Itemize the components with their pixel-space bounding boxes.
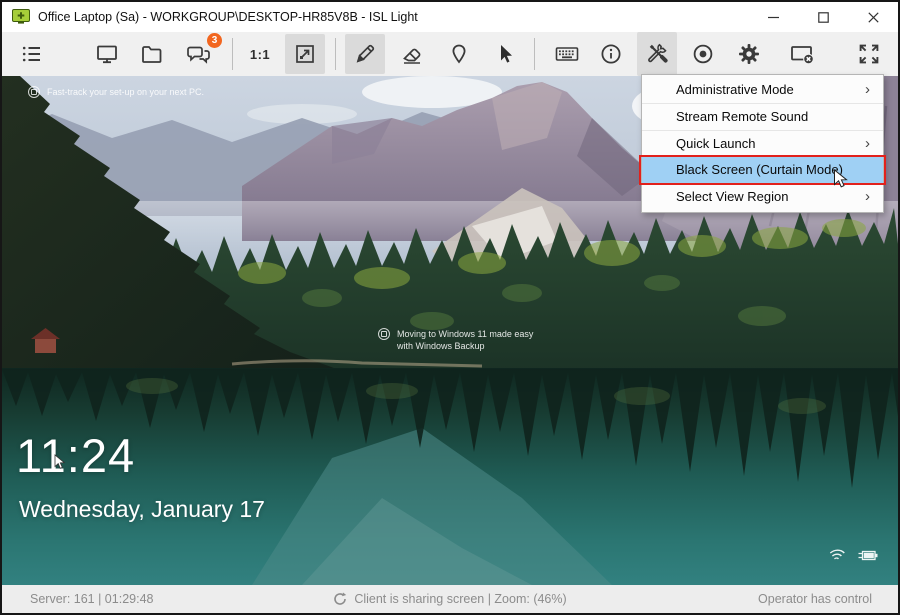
expand-icon: [857, 42, 881, 66]
fullscreen-button[interactable]: [851, 36, 887, 72]
chat-badge: 3: [206, 32, 223, 49]
menu-item-label: Stream Remote Sound: [676, 109, 808, 124]
isl-light-app-icon: [12, 9, 30, 25]
one-to-one-icon: 1:1: [250, 47, 270, 62]
toolbar-separator: [534, 38, 535, 70]
close-button[interactable]: [848, 2, 898, 32]
submenu-arrow-icon: ›: [865, 131, 870, 157]
cursor-icon: [493, 42, 517, 66]
refresh-icon: [333, 592, 347, 606]
menu-item-administrative-mode[interactable]: Administrative Mode ›: [642, 77, 883, 103]
keyboard-button[interactable]: [549, 36, 585, 72]
status-bar: Server: 161 | 01:29:48 Client is sharing…: [2, 585, 898, 613]
pointer-marker-button[interactable]: [441, 36, 477, 72]
lockscreen-time: 11:24: [16, 428, 135, 483]
wifi-icon: [827, 548, 847, 562]
lockscreen-tray: [828, 548, 878, 562]
menu-item-stream-remote-sound[interactable]: Stream Remote Sound: [642, 104, 883, 130]
toolbar-separator: [232, 38, 233, 70]
lockscreen-toast-top: Fast-track your set-up on your next PC.: [28, 86, 204, 98]
tools-icon: [645, 42, 669, 66]
fit-screen-button[interactable]: [285, 34, 325, 74]
tools-dropdown-menu: Administrative Mode › Stream Remote Soun…: [641, 74, 884, 213]
toolbar: 3 1:1: [2, 32, 898, 76]
toast-badge-icon: [378, 328, 390, 340]
chat-button[interactable]: 3: [181, 36, 217, 72]
lockscreen-date: Wednesday, January 17: [19, 496, 265, 523]
mouse-cursor: [833, 169, 848, 189]
minimize-icon: [768, 12, 779, 23]
fit-screen-icon: [293, 42, 317, 66]
info-icon: [599, 42, 623, 66]
eraser-button[interactable]: [394, 36, 430, 72]
gear-icon: [737, 42, 761, 66]
status-control-text: Operator has control: [758, 592, 872, 606]
monitor-icon: [95, 42, 119, 66]
title-bar: Office Laptop (Sa) - WORKGROUP\DESKTOP-H…: [2, 2, 898, 32]
info-button[interactable]: [593, 36, 629, 72]
record-icon: [691, 42, 715, 66]
submenu-arrow-icon: ›: [865, 77, 870, 103]
menu-item-label: Select View Region: [676, 189, 789, 204]
menu-item-label: Quick Launch: [676, 136, 756, 151]
lockscreen-toast-middle: Moving to Windows 11 made easy with Wind…: [378, 328, 533, 352]
submenu-arrow-icon: ›: [865, 184, 870, 210]
menu-item-label: Black Screen (Curtain Mode): [676, 162, 843, 177]
eraser-icon: [400, 42, 424, 66]
record-button[interactable]: [685, 36, 721, 72]
isl-light-window: Office Laptop (Sa) - WORKGROUP\DESKTOP-H…: [0, 0, 900, 615]
maximize-button[interactable]: [798, 2, 848, 32]
minimize-button[interactable]: [748, 2, 798, 32]
draw-button[interactable]: [345, 34, 385, 74]
close-icon: [868, 12, 879, 23]
toolbar-separator: [335, 38, 336, 70]
file-transfer-button[interactable]: [134, 36, 170, 72]
monitors-button[interactable]: [89, 36, 125, 72]
menu-item-quick-launch[interactable]: Quick Launch ›: [642, 131, 883, 157]
list-icon: [20, 42, 44, 66]
toast-badge-icon: [28, 86, 40, 98]
maximize-icon: [818, 12, 829, 23]
monitor-x-icon: [789, 42, 815, 66]
window-title: Office Laptop (Sa) - WORKGROUP\DESKTOP-H…: [38, 10, 418, 24]
folder-icon: [140, 42, 164, 66]
status-sharing-text: Client is sharing screen | Zoom: (46%): [354, 592, 566, 606]
pin-icon: [447, 42, 471, 66]
battery-charging-icon: [858, 549, 878, 562]
keyboard-icon: [554, 42, 580, 66]
toast-mid-line2: with Windows Backup: [397, 341, 485, 351]
zoom-1-1-button[interactable]: 1:1: [242, 36, 278, 72]
session-list-button[interactable]: [14, 36, 50, 72]
menu-item-label: Administrative Mode: [676, 82, 794, 97]
tools-button[interactable]: [637, 32, 677, 76]
remote-cursor: [54, 454, 66, 470]
pencil-icon: [353, 42, 377, 66]
disconnect-desktop-button[interactable]: [784, 36, 820, 72]
toast-top-text: Fast-track your set-up on your next PC.: [47, 87, 204, 97]
toast-mid-line1: Moving to Windows 11 made easy: [397, 329, 533, 339]
remote-cursor-button[interactable]: [487, 36, 523, 72]
settings-button[interactable]: [731, 36, 767, 72]
